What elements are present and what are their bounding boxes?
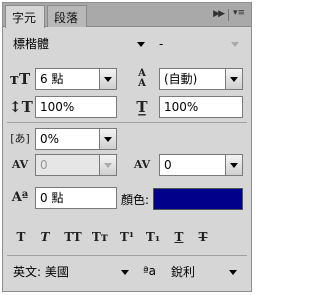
language-value: 英文: 美國 (13, 265, 69, 279)
baseline-shift-input[interactable]: 0 點 (35, 187, 117, 209)
vertical-scale-icon: ↕T (9, 98, 33, 116)
tracking-value: 0 (164, 158, 172, 172)
strikethrough-button[interactable]: T (195, 228, 211, 246)
horizontal-scale-value: 100% (164, 100, 199, 114)
chevron-down-icon[interactable] (225, 69, 242, 89)
tsume-value: 0% (40, 132, 60, 146)
vertical-scale-value: 100% (40, 100, 75, 114)
baseline-shift-value: 0 點 (40, 191, 64, 205)
chevron-down-icon[interactable] (99, 155, 116, 175)
baseline-shift-icon: Aª (11, 190, 29, 205)
tsume-input[interactable]: 0% (35, 128, 117, 150)
divider (7, 122, 247, 123)
tab-character[interactable]: 字元 (5, 5, 45, 28)
color-swatch[interactable] (153, 188, 243, 210)
font-family-select[interactable]: 標楷體 (9, 34, 147, 56)
font-size-icon: ᴛT (9, 70, 31, 88)
kerning-value: 0 (40, 158, 48, 172)
font-size-input[interactable]: 6 點 (35, 68, 117, 90)
underline-button[interactable]: T (171, 228, 187, 246)
chevron-down-icon[interactable] (99, 69, 116, 89)
leading-value: (自動) (164, 72, 198, 86)
font-style-select[interactable]: - (155, 34, 243, 56)
chevron-down-icon (137, 42, 145, 47)
chevron-down-icon[interactable] (225, 155, 242, 175)
divider (7, 255, 247, 256)
panel-tab-bar: 字元 段落 ▶▶ ▾≡ (3, 3, 251, 28)
leading-icon: AA (138, 68, 146, 89)
collapse-icon[interactable]: ▶▶ (213, 9, 225, 19)
kerning-input[interactable]: 0 (35, 154, 117, 176)
chevron-down-icon (229, 270, 237, 275)
vertical-scale-input[interactable]: 100% (35, 96, 117, 118)
kerning-icon: AV (11, 158, 29, 171)
color-label: 顏色: (121, 193, 150, 207)
antialias-value: 銳利 (171, 265, 196, 279)
all-caps-button[interactable]: TT (61, 228, 85, 246)
chevron-down-icon[interactable] (99, 129, 116, 149)
chevron-down-icon (231, 42, 239, 47)
tsume-icon: [あ] (10, 132, 30, 145)
chevron-down-icon (121, 270, 129, 275)
font-family-value: 標楷體 (13, 37, 50, 51)
language-select[interactable]: 英文: 美國 (9, 262, 133, 284)
font-size-value: 6 點 (40, 72, 64, 86)
horizontal-scale-icon: T̲ (136, 98, 148, 116)
font-style-value: - (159, 37, 164, 51)
tracking-input[interactable]: 0 (159, 154, 243, 176)
faux-italic-button[interactable]: T (37, 228, 53, 246)
antialias-select[interactable]: 銳利 (167, 262, 243, 284)
subscript-button[interactable]: T₁ (143, 228, 163, 246)
divider (228, 9, 229, 21)
antialias-icon: ªa (143, 264, 157, 278)
faux-bold-button[interactable]: T (13, 228, 29, 246)
small-caps-button[interactable]: Tт (89, 228, 111, 246)
horizontal-scale-input[interactable]: 100% (159, 96, 243, 118)
tab-paragraph[interactable]: 段落 (47, 5, 87, 27)
panel-menu-icon[interactable]: ▾≡ (233, 8, 245, 18)
leading-input[interactable]: (自動) (159, 68, 243, 90)
tracking-icon: AV (133, 158, 151, 171)
superscript-button[interactable]: T¹ (117, 228, 137, 246)
character-panel: 字元 段落 ▶▶ ▾≡ 標楷體 - ᴛT 6 點 AA (自動) ↕T 100%… (2, 2, 252, 292)
